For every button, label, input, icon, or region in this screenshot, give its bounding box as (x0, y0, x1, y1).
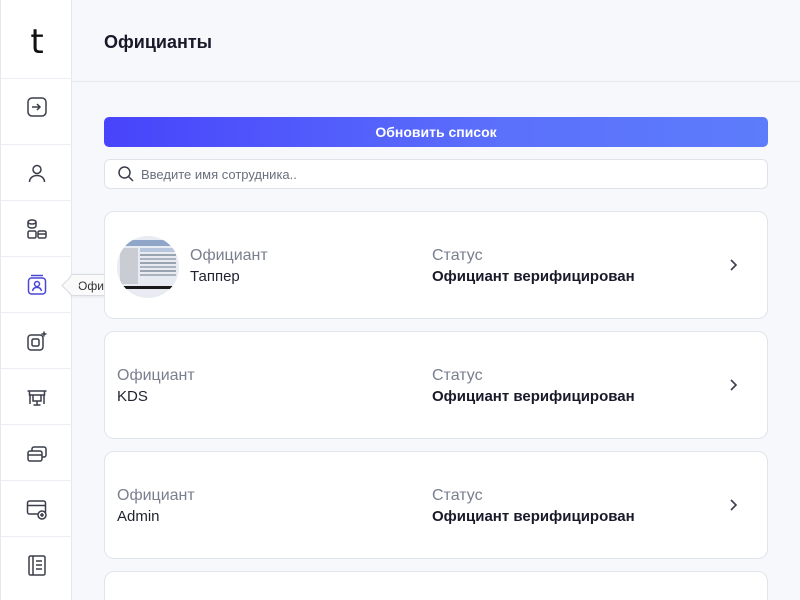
waiter-card[interactable]: Официант KDS Статус Официант верифициров… (104, 331, 768, 439)
waiter-card[interactable] (104, 571, 768, 600)
waiter-role-label: Официант (190, 247, 268, 264)
sidebar-item-logout[interactable] (1, 78, 73, 134)
database-card-icon (27, 218, 47, 239)
waiter-name: KDS (117, 388, 148, 405)
refresh-list-button[interactable]: Обновить список (104, 117, 768, 147)
status-value: Официант верифицирован (432, 508, 635, 525)
sidebar-item-profile[interactable] (1, 144, 73, 200)
avatar (117, 236, 179, 298)
page-header: Официанты (72, 0, 800, 82)
copy-sparkle-icon (27, 331, 47, 351)
chevron-right-icon (730, 379, 738, 391)
sidebar-item-add-card[interactable] (1, 480, 73, 536)
card-add-icon (26, 499, 47, 520)
notebook-icon (28, 554, 46, 576)
chevron-right-icon (730, 499, 738, 511)
sidebar-item-cards[interactable] (1, 424, 73, 480)
waiter-name: Таппер (190, 268, 240, 285)
logout-icon (27, 96, 47, 117)
sidebar: t (0, 0, 73, 600)
waiter-card[interactable]: Официант Admin Статус Официант верифицир… (104, 451, 768, 559)
search-bar[interactable] (104, 159, 768, 189)
status-label: Статус (432, 487, 483, 504)
sidebar-item-journal[interactable] (1, 536, 73, 592)
status-label: Статус (432, 367, 483, 384)
waiter-role-label: Официант (117, 487, 195, 504)
waiter-card[interactable]: Официант Таппер Статус Официант верифици… (104, 211, 768, 319)
sidebar-item-database[interactable] (1, 200, 73, 256)
search-input[interactable] (141, 166, 741, 182)
search-icon (118, 166, 134, 182)
waiter-name: Admin (117, 508, 160, 525)
app-logo: t (30, 22, 44, 62)
waiters-icon (27, 274, 47, 295)
sidebar-item-tables[interactable] (1, 368, 73, 424)
chevron-right-icon (730, 259, 738, 271)
user-icon (28, 164, 46, 182)
status-label: Статус (432, 247, 483, 264)
status-value: Официант верифицирован (432, 268, 635, 285)
sidebar-item-copy[interactable] (1, 312, 73, 368)
waiter-role-label: Официант (117, 367, 195, 384)
status-value: Официант верифицирован (432, 388, 635, 405)
table-icon (27, 389, 47, 406)
page-title: Официанты (104, 32, 213, 52)
cards-icon (27, 445, 47, 462)
